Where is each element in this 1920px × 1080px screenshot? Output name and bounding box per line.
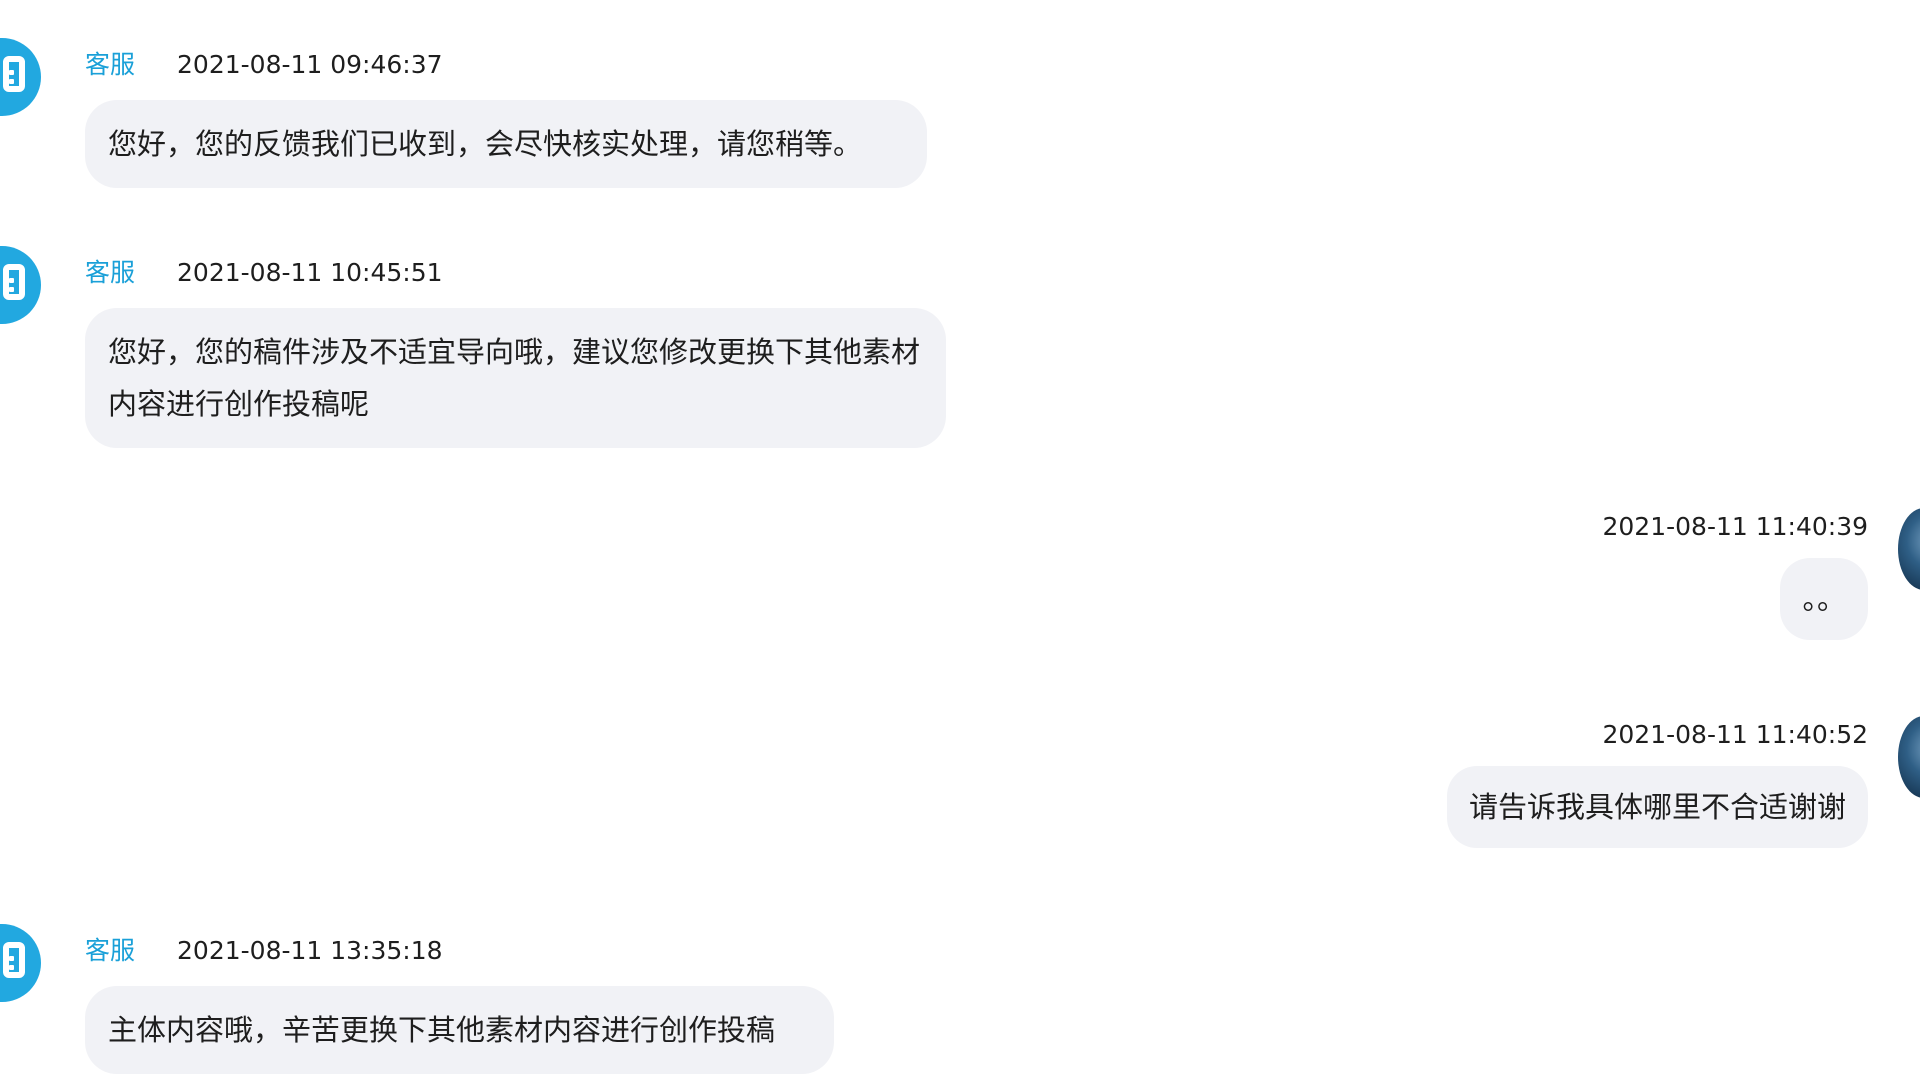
message-timestamp: 2021-08-11 11:40:39 [1602, 512, 1868, 541]
message-bubble[interactable]: 请告诉我具体哪里不合适谢谢 [1446, 766, 1868, 848]
message-bubble[interactable]: 您好，您的反馈我们已收到，会尽快核实处理，请您稍等。 [85, 100, 927, 188]
agent-avatar-icon[interactable] [0, 924, 41, 1002]
message-timestamp: 2021-08-11 13:35:18 [177, 936, 443, 965]
message-timestamp: 2021-08-11 11:40:52 [1602, 720, 1868, 749]
message-bubble[interactable]: 。。 [1780, 558, 1868, 640]
sender-name: 客服 [85, 50, 136, 79]
agent-avatar-icon[interactable] [0, 38, 41, 116]
message-meta: 客服 2021-08-11 13:35:18 [85, 932, 443, 970]
message-bubble[interactable]: 您好，您的稿件涉及不适宜导向哦，建议您修改更换下其他素材内容进行创作投稿呢 [85, 308, 946, 448]
message-timestamp: 2021-08-11 10:45:51 [177, 258, 443, 287]
user-avatar-icon[interactable] [1898, 716, 1920, 798]
agent-avatar-icon[interactable] [0, 246, 41, 324]
message-timestamp: 2021-08-11 09:46:37 [177, 50, 443, 79]
message-bubble[interactable]: 主体内容哦，辛苦更换下其他素材内容进行创作投稿 [85, 986, 834, 1074]
message-meta: 客服 2021-08-11 09:46:37 [85, 46, 443, 84]
sender-name: 客服 [85, 936, 136, 965]
sender-name: 客服 [85, 258, 136, 287]
message-meta: 客服 2021-08-11 10:45:51 [85, 254, 443, 292]
user-avatar-icon[interactable] [1898, 508, 1920, 590]
chat-history: 客服 2021-08-11 09:46:37 您好，您的反馈我们已收到，会尽快核实… [0, 0, 1920, 1080]
